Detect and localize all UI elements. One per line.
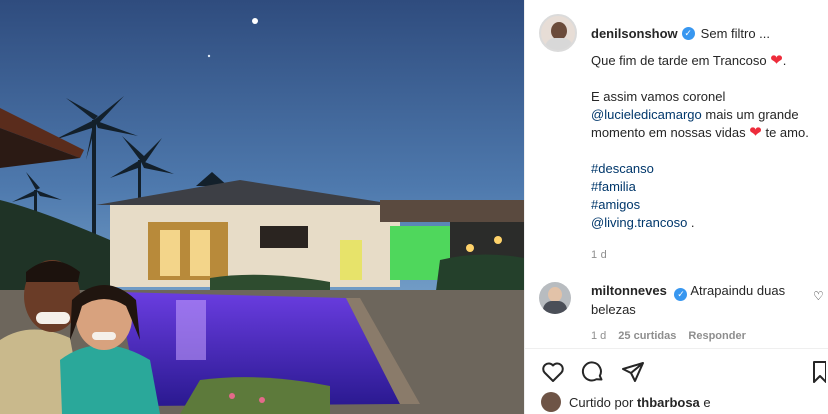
caption-text-1: Que fim de tarde em Trancoso <box>591 53 767 68</box>
red-heart-emoji-icon: ❤ <box>749 124 762 141</box>
liker-avatar[interactable] <box>541 392 561 412</box>
bookmark-icon[interactable] <box>812 360 827 386</box>
hashtag-descanso[interactable]: #descanso <box>591 160 823 178</box>
commenter-avatar[interactable] <box>539 282 571 314</box>
heart-icon[interactable] <box>541 360 567 386</box>
avatar-body <box>545 38 573 50</box>
caption-period-1: . <box>782 53 787 68</box>
post-caption: Que fim de tarde em Trancoso ❤. E assim … <box>591 52 823 264</box>
divider <box>525 348 828 349</box>
likes-prefix: Curtido por <box>569 394 634 410</box>
author-handle[interactable]: denilsonshow <box>591 26 678 41</box>
caption-end: . <box>687 215 695 230</box>
caption-line-1: Que fim de tarde em Trancoso ❤. <box>591 52 823 70</box>
post-photo[interactable] <box>0 0 524 414</box>
comment-time[interactable]: 1 d <box>591 330 606 342</box>
author-info: denilsonshow ✓ Sem filtro ... <box>591 26 770 41</box>
author-avatar[interactable] <box>539 14 577 52</box>
comment-likes[interactable]: 25 curtidas <box>618 330 676 342</box>
verified-badge-icon: ✓ <box>681 26 695 40</box>
avatar-face <box>548 287 562 302</box>
hashtag-amigos[interactable]: #amigos <box>591 196 823 214</box>
caption-line-2: E assim vamos coronel <box>591 89 726 104</box>
comment-icon[interactable] <box>581 360 607 386</box>
commenter-handle[interactable]: miltonneves <box>591 283 667 298</box>
caption-line-mention: @living.trancoso . <box>591 214 823 232</box>
caption-text-3: mais um grande <box>701 107 799 122</box>
caption-line-4: momento em nossas vidas ❤ te amo. <box>591 124 823 142</box>
caption-line-3: @lucieledicamargo mais um grande <box>591 106 823 124</box>
avatar-body <box>543 301 567 314</box>
post-actions <box>541 360 647 386</box>
likes-line: Curtido por thbarbosa e <box>541 392 711 412</box>
caption-text-4-end: te amo. <box>765 125 809 140</box>
trancoso-house-image <box>0 0 524 414</box>
caption-text-4: momento em nossas vidas <box>591 125 746 140</box>
post-location[interactable]: Sem filtro ... <box>701 26 770 41</box>
comment-like-heart-icon[interactable]: ♡ <box>813 290 825 302</box>
comment-text: miltonneves ✓ Atrapaindu duas belezas <box>591 282 801 319</box>
comment-meta: 1 d 25 curtidas Responder <box>591 330 746 342</box>
post-time[interactable]: 1 d <box>591 246 823 264</box>
hashtag-familia[interactable]: #familia <box>591 178 823 196</box>
share-icon[interactable] <box>621 360 647 386</box>
post-side-panel: denilsonshow ✓ Sem filtro ... Que fim de… <box>524 0 828 414</box>
post-header: denilsonshow ✓ Sem filtro ... <box>539 14 770 52</box>
verified-badge-icon: ✓ <box>674 288 688 301</box>
liker-handle[interactable]: thbarbosa <box>637 395 700 410</box>
reply-button[interactable]: Responder <box>688 330 745 342</box>
red-heart-emoji-icon: ❤ <box>770 52 783 69</box>
likes-suffix: e <box>703 394 711 410</box>
mention-living-trancoso[interactable]: @living.trancoso <box>591 215 687 230</box>
mention-lucieledicamargo[interactable]: @lucieledicamargo <box>591 107 702 122</box>
